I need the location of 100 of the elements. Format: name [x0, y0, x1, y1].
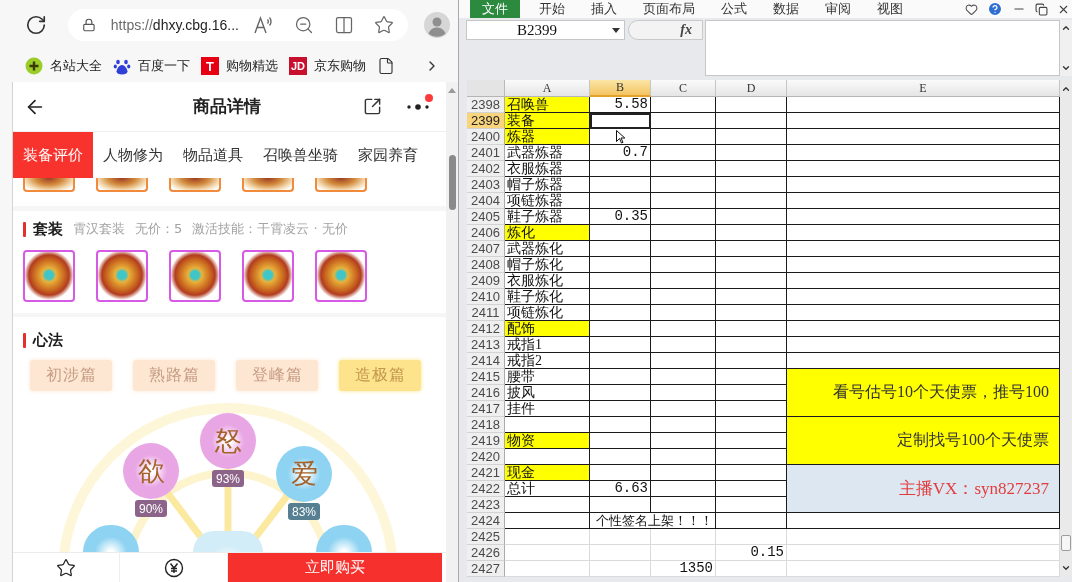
row-number[interactable]: 2410: [467, 289, 505, 305]
row-number[interactable]: 2417: [467, 401, 505, 417]
restore-icon[interactable]: [1035, 2, 1048, 16]
item-picture[interactable]: [23, 178, 75, 192]
formula-scrollbar[interactable]: [1060, 20, 1072, 76]
formula-field[interactable]: [705, 20, 1060, 76]
row-number[interactable]: 2424: [467, 513, 505, 529]
row-number[interactable]: 2420: [467, 449, 505, 465]
row-number[interactable]: 2419: [467, 433, 505, 449]
split-screen-icon[interactable]: [334, 15, 354, 35]
bookmark-link[interactable]: JD 京东购物: [289, 57, 367, 75]
row-number[interactable]: 2403: [467, 177, 505, 193]
row-number[interactable]: 2413: [467, 337, 505, 353]
item-picture[interactable]: [96, 178, 148, 192]
row-number[interactable]: 2414: [467, 353, 505, 369]
category-tab[interactable]: 人物修为: [93, 132, 173, 178]
read-aloud-icon[interactable]: [254, 16, 274, 34]
row-number[interactable]: 2423: [467, 497, 505, 513]
address-bar[interactable]: https://dhxy.cbg.16...: [68, 9, 408, 41]
column-header[interactable]: C: [651, 80, 716, 97]
item-picture[interactable]: [315, 250, 367, 302]
help-icon[interactable]: [987, 1, 1003, 17]
bookmark-link[interactable]: 百度一下: [113, 57, 190, 75]
sheet-cell: 戒指1: [505, 337, 590, 353]
scrollbar[interactable]: [446, 82, 458, 582]
column-header[interactable]: D: [716, 80, 787, 97]
category-tab[interactable]: 物品道具: [173, 132, 253, 178]
row-number[interactable]: 2425: [467, 529, 505, 545]
emotion-orb[interactable]: 怒: [200, 413, 256, 469]
name-box[interactable]: B2399: [466, 20, 625, 40]
ribbon-tab[interactable]: 页面布局: [630, 0, 708, 18]
ribbon-tab[interactable]: 公式: [708, 0, 760, 18]
emotion-orb[interactable]: 爱: [276, 446, 332, 502]
row-number[interactable]: 2401: [467, 145, 505, 161]
item-picture[interactable]: [96, 250, 148, 302]
row-number[interactable]: 2416: [467, 385, 505, 401]
scroll-up-icon[interactable]: [1061, 23, 1071, 33]
sheet-cell: [716, 129, 787, 145]
row-number[interactable]: 2409: [467, 273, 505, 289]
lock-icon[interactable]: [82, 17, 96, 33]
row-number[interactable]: 2399: [467, 113, 505, 129]
ribbon-tab[interactable]: 视图: [864, 0, 916, 18]
item-picture[interactable]: [23, 250, 75, 302]
category-tab[interactable]: 装备评价: [13, 132, 93, 178]
sheet-cell: [651, 337, 716, 353]
item-picture[interactable]: [315, 178, 367, 192]
scroll-up-icon[interactable]: [1061, 84, 1071, 94]
row-number[interactable]: 2412: [467, 321, 505, 337]
selected-cell[interactable]: [590, 113, 651, 129]
row-number[interactable]: 2398: [467, 97, 505, 113]
scrollbar-thumb[interactable]: [1061, 535, 1071, 551]
row-number[interactable]: 2407: [467, 241, 505, 257]
column-header[interactable]: E: [787, 80, 1060, 97]
row-number[interactable]: 2404: [467, 193, 505, 209]
sheet-cell: 戒指2: [505, 353, 590, 369]
row-number[interactable]: 2418: [467, 417, 505, 433]
row-number[interactable]: 2402: [467, 161, 505, 177]
row-number[interactable]: 2405: [467, 209, 505, 225]
bookmark-link[interactable]: T 购物精选: [201, 57, 278, 75]
favorite-star-icon[interactable]: [374, 15, 394, 35]
row-number[interactable]: 2421: [467, 465, 505, 481]
row-number[interactable]: 2408: [467, 257, 505, 273]
emotion-orb[interactable]: 欲: [123, 443, 179, 499]
row-number[interactable]: 2411: [467, 305, 505, 321]
sheet-cell: [590, 289, 651, 305]
avatar-icon[interactable]: [424, 12, 450, 38]
scroll-down-icon[interactable]: [1061, 563, 1071, 573]
bookmark-link[interactable]: 名站大全: [25, 57, 102, 75]
row-number[interactable]: 2427: [467, 561, 505, 577]
category-tab[interactable]: 召唤兽坐骑: [253, 132, 348, 178]
scrollbar-thumb[interactable]: [448, 155, 456, 210]
row-number[interactable]: 2422: [467, 481, 505, 497]
ribbon-tab[interactable]: 开始: [526, 0, 578, 18]
item-picture[interactable]: [242, 250, 294, 302]
row-number[interactable]: 2426: [467, 545, 505, 561]
sheet-cell: 召唤兽: [505, 97, 590, 113]
item-picture[interactable]: [169, 250, 221, 302]
file-tab[interactable]: 文件: [470, 0, 520, 18]
reload-icon[interactable]: [25, 14, 47, 36]
row-number[interactable]: 2406: [467, 225, 505, 241]
zoom-out-icon[interactable]: [294, 15, 314, 35]
sheet-cell: [590, 257, 651, 273]
scroll-down-icon[interactable]: [1061, 63, 1071, 73]
ribbon-tab[interactable]: 插入: [578, 0, 630, 18]
more-icon[interactable]: [406, 102, 430, 111]
insert-function-button[interactable]: fx: [628, 20, 703, 40]
ribbon-tab[interactable]: 审阅: [812, 0, 864, 18]
buy-button[interactable]: 立即购买: [228, 553, 442, 582]
row-number[interactable]: 2415: [467, 369, 505, 385]
ribbon-tab[interactable]: 数据: [760, 0, 812, 18]
item-picture[interactable]: [169, 178, 221, 192]
row-number[interactable]: 2400: [467, 129, 505, 145]
file-icon[interactable]: [377, 57, 396, 75]
item-picture[interactable]: [242, 178, 294, 192]
share-icon[interactable]: [363, 97, 382, 116]
heart-icon[interactable]: [965, 2, 978, 16]
column-header[interactable]: A: [505, 80, 590, 97]
category-tab[interactable]: 家园养育: [348, 132, 428, 178]
column-header[interactable]: B: [590, 80, 651, 97]
caret-down-icon[interactable]: [612, 27, 620, 33]
